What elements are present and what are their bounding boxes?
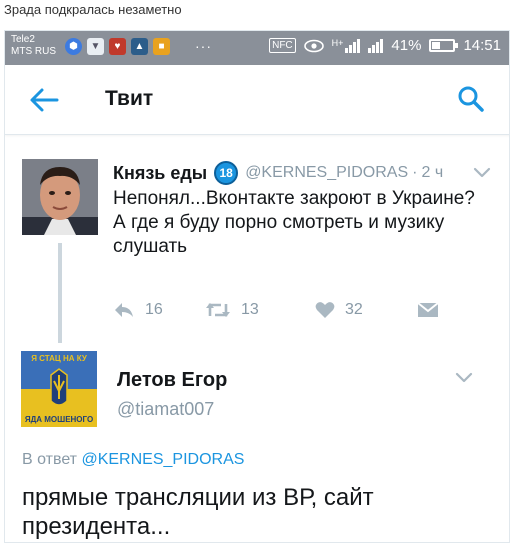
tweet-text-line-1: Непонял...Вконтакте закроют в Украине? xyxy=(113,188,475,209)
reply-count: 16 xyxy=(145,301,163,318)
retweet-button[interactable]: 13 xyxy=(205,301,315,319)
lock-app-icon: ■ xyxy=(153,38,170,55)
signal-bars-2-icon xyxy=(368,38,384,53)
more-notifications-icon: ··· xyxy=(195,38,212,54)
separator-dot: · xyxy=(412,164,418,181)
clock: 14:51 xyxy=(463,37,501,54)
shield-icon: ▼ xyxy=(87,38,104,55)
retweet-count: 13 xyxy=(241,301,259,318)
notification-icons: ⬢ ▼ ♥ ▲ ■ xyxy=(65,38,170,55)
image-caption: Зрада подкралась незаметно xyxy=(4,2,182,17)
avatar-text-top: Я СТАЦ НА КУ xyxy=(31,354,88,363)
reply-author-handle[interactable]: @tiamat007 xyxy=(117,399,214,420)
like-count: 32 xyxy=(345,301,363,318)
search-icon xyxy=(458,86,484,112)
nfc-icon: NFC xyxy=(269,38,296,53)
reply-avatar[interactable]: Я СТАЦ НА КУ ЯДА МОШЕНОГО xyxy=(21,351,97,427)
eye-comfort-icon xyxy=(303,39,324,52)
thread-line xyxy=(58,243,62,343)
status-bar: Tele2 MTS RUS ⬢ ▼ ♥ ▲ ■ ··· NFC H+ 41% 1… xyxy=(5,31,509,65)
reply-button[interactable]: 16 xyxy=(113,301,205,319)
reply-to-line: В ответ @KERNES_PIDORAS xyxy=(22,451,244,469)
direct-message-button[interactable] xyxy=(417,301,439,319)
tweet-time: 2 ч xyxy=(421,164,444,181)
tweet-menu-button[interactable] xyxy=(473,165,491,179)
reply-icon xyxy=(115,303,133,317)
reply-to-mention-link[interactable]: @KERNES_PIDORAS xyxy=(81,451,244,468)
tweet-actions: 16 13 32 xyxy=(113,301,439,319)
avatar[interactable] xyxy=(22,159,98,235)
author-handle[interactable]: @KERNES_PIDORAS xyxy=(245,164,408,182)
carrier-line-2: MTS RUS xyxy=(11,46,56,57)
vpn-icon: ⬢ xyxy=(65,38,82,55)
reply-author-name[interactable]: Летов Егор xyxy=(117,369,227,392)
heart-icon xyxy=(315,302,335,318)
signal-bars-icon xyxy=(345,38,361,53)
chevron-down-icon xyxy=(455,372,473,383)
ukraine-flag-avatar-icon: Я СТАЦ НА КУ ЯДА МОШЕНОГО xyxy=(21,351,97,427)
tweet-text-line-2: А где я буду порно смотреть и музику слу… xyxy=(113,212,445,257)
author-name[interactable]: Князь еды xyxy=(113,163,207,184)
reply-menu-button[interactable] xyxy=(455,370,473,384)
avatar-text-bottom: ЯДА МОШЕНОГО xyxy=(25,415,93,424)
battery-icon xyxy=(429,39,459,52)
user-photo-icon xyxy=(22,159,98,235)
app-icon: ▲ xyxy=(131,38,148,55)
mobile-data-indicator: H+ xyxy=(331,37,361,53)
page-title: Твит xyxy=(105,87,154,110)
phone-screen: Tele2 MTS RUS ⬢ ▼ ♥ ▲ ■ ··· NFC H+ 41% 1… xyxy=(4,30,510,543)
age-badge-icon: 18 xyxy=(214,161,239,185)
app-bar: Твит xyxy=(5,65,509,135)
tweet-text: Непонял...Вконтакте закроют в Украине? А… xyxy=(113,187,493,259)
carrier-info: Tele2 MTS RUS xyxy=(11,34,56,58)
system-indicators: NFC H+ 41% 14:51 xyxy=(269,37,501,54)
network-type-label: H+ xyxy=(331,37,344,48)
carrier-line-1: Tele2 xyxy=(11,34,35,45)
tweet-header: Князь еды 18 @KERNES_PIDORAS · 2 ч xyxy=(113,161,443,185)
back-button[interactable] xyxy=(29,87,59,113)
search-button[interactable] xyxy=(457,85,485,113)
chevron-down-icon xyxy=(473,167,491,178)
heart-app-icon: ♥ xyxy=(109,38,126,55)
envelope-icon xyxy=(417,302,439,317)
battery-percent: 41% xyxy=(391,37,422,54)
reply-text: прямые трансляции из ВР, сайт президента… xyxy=(22,484,374,540)
retweet-icon xyxy=(206,303,230,317)
arrow-left-icon xyxy=(30,88,59,112)
reply-to-prefix: В ответ xyxy=(22,451,78,468)
like-button[interactable]: 32 xyxy=(315,301,417,319)
